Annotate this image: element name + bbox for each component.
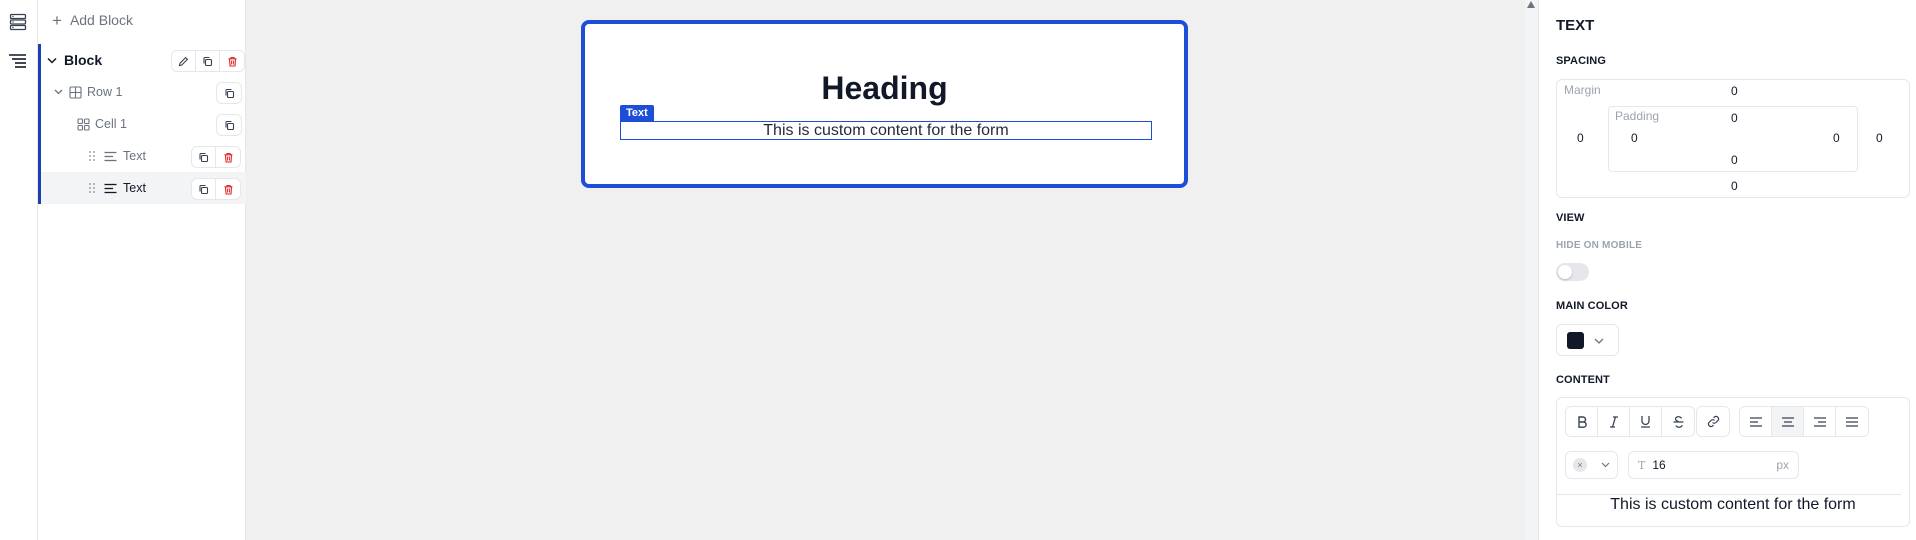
divider (1557, 494, 1901, 495)
toggle-knob (1558, 265, 1572, 279)
bold-icon[interactable] (1566, 407, 1598, 436)
spacing-section-label: SPACING (1556, 55, 1607, 67)
editor-canvas: Heading Text This is custom content for … (246, 0, 1525, 540)
align-center-icon[interactable] (1772, 407, 1804, 436)
block-actions (171, 50, 245, 72)
pencil-icon[interactable] (172, 51, 196, 71)
padding-top-input[interactable]: 0 (1731, 111, 1738, 125)
cell-actions (216, 114, 242, 136)
add-block-button[interactable]: + Add Block (52, 10, 133, 30)
spacing-editor: Margin 0 0 0 0 Padding 0 0 0 0 (1556, 79, 1910, 198)
content-editor: × T 16 px This is custom content for the… (1556, 397, 1910, 527)
margin-top-input[interactable]: 0 (1731, 84, 1738, 98)
selection-tag: Text (620, 105, 654, 122)
padding-label: Padding (1615, 109, 1660, 123)
tree-item-label: Block (64, 52, 103, 68)
view-section-label: VIEW (1556, 212, 1585, 224)
app: + Add Block Block Row 1 Cell 1 Text Text… (0, 0, 1916, 540)
drag-handle-icon[interactable] (85, 149, 99, 163)
panel-title: TEXT (1556, 17, 1595, 34)
padding-bottom-input[interactable]: 0 (1731, 153, 1738, 167)
link-icon[interactable] (1697, 407, 1729, 436)
grid-icon (76, 117, 90, 131)
copy-icon[interactable] (192, 147, 216, 167)
tree-item-label: Row 1 (87, 85, 123, 99)
color-swatch (1567, 331, 1584, 349)
align-justify-icon[interactable] (1836, 407, 1868, 436)
trash-icon[interactable] (216, 147, 240, 167)
copy-icon[interactable] (196, 51, 220, 71)
form-block[interactable]: Heading Text This is custom content for … (581, 20, 1188, 188)
content-text-editor[interactable]: This is custom content for the form (1557, 496, 1909, 514)
format-toolbar (1565, 406, 1695, 437)
padding-right-input[interactable]: 0 (1833, 131, 1840, 145)
hide-on-mobile-label: HIDE ON MOBILE (1556, 240, 1643, 251)
clear-icon[interactable]: × (1573, 458, 1587, 472)
tree-item-label: Cell 1 (95, 117, 127, 131)
text-lines-icon (103, 149, 117, 163)
align-left-icon[interactable] (1740, 407, 1772, 436)
list-tree-icon[interactable] (5, 48, 31, 74)
icon-rail (0, 0, 38, 540)
link-toolbar (1696, 406, 1730, 437)
align-right-icon[interactable] (1804, 407, 1836, 436)
text1-actions (191, 146, 241, 168)
chevron-down-icon[interactable] (47, 55, 57, 65)
tree-item-label: Text (123, 181, 146, 195)
font-family-select[interactable]: × (1565, 451, 1618, 479)
tree-item-row[interactable]: Row 1 (41, 76, 246, 108)
row-actions (216, 82, 242, 104)
align-toolbar (1739, 406, 1869, 437)
text2-actions (191, 178, 241, 200)
underline-icon[interactable] (1630, 407, 1662, 436)
margin-left-input[interactable]: 0 (1577, 131, 1584, 145)
plus-icon: + (52, 10, 62, 30)
main-color-picker[interactable] (1556, 324, 1619, 356)
properties-panel: TEXT SPACING Margin 0 0 0 0 Padding 0 0 … (1538, 0, 1916, 540)
text-lines-icon (103, 181, 117, 195)
layer-tree: Block Row 1 Cell 1 Text Text (38, 44, 246, 204)
tree-item-block[interactable]: Block (41, 44, 246, 76)
padding-editor: Padding 0 0 0 0 (1608, 106, 1858, 172)
tree-item-text[interactable]: Text (41, 140, 246, 172)
grid-icon (68, 85, 82, 99)
copy-icon[interactable] (217, 83, 241, 103)
copy-icon[interactable] (192, 179, 216, 199)
layers-icon[interactable] (5, 9, 31, 35)
scroll-up-arrow-icon[interactable] (1527, 1, 1535, 8)
italic-icon[interactable] (1598, 407, 1630, 436)
font-size-icon: T (1638, 458, 1646, 472)
heading-text[interactable]: Heading (585, 70, 1184, 107)
font-size-value[interactable]: 16 (1652, 458, 1776, 472)
trash-icon[interactable] (216, 179, 240, 199)
main-color-section-label: MAIN COLOR (1556, 300, 1628, 312)
strikethrough-icon[interactable] (1662, 407, 1694, 436)
margin-label: Margin (1564, 83, 1601, 97)
content-section-label: CONTENT (1556, 374, 1610, 386)
tree-item-text-selected[interactable]: Text (41, 172, 246, 204)
chevron-down-icon[interactable] (53, 87, 63, 97)
chevron-down-icon (1594, 331, 1604, 349)
chevron-down-icon (1601, 462, 1610, 468)
margin-right-input[interactable]: 0 (1876, 131, 1883, 145)
hide-on-mobile-toggle[interactable] (1556, 263, 1589, 281)
trash-icon[interactable] (220, 51, 244, 71)
copy-icon[interactable] (217, 115, 241, 135)
selected-text-element[interactable]: This is custom content for the form (620, 121, 1152, 140)
canvas-scrollbar[interactable] (1525, 0, 1538, 540)
margin-bottom-input[interactable]: 0 (1731, 179, 1738, 193)
add-block-label: Add Block (69, 12, 133, 28)
layers-panel: + Add Block Block Row 1 Cell 1 Text Text (38, 0, 246, 540)
font-size-unit: px (1776, 458, 1789, 472)
drag-handle-icon[interactable] (85, 181, 99, 195)
padding-left-input[interactable]: 0 (1631, 131, 1638, 145)
tree-item-cell[interactable]: Cell 1 (41, 108, 246, 140)
font-size-input[interactable]: T 16 px (1628, 451, 1799, 479)
tree-item-label: Text (123, 149, 146, 163)
